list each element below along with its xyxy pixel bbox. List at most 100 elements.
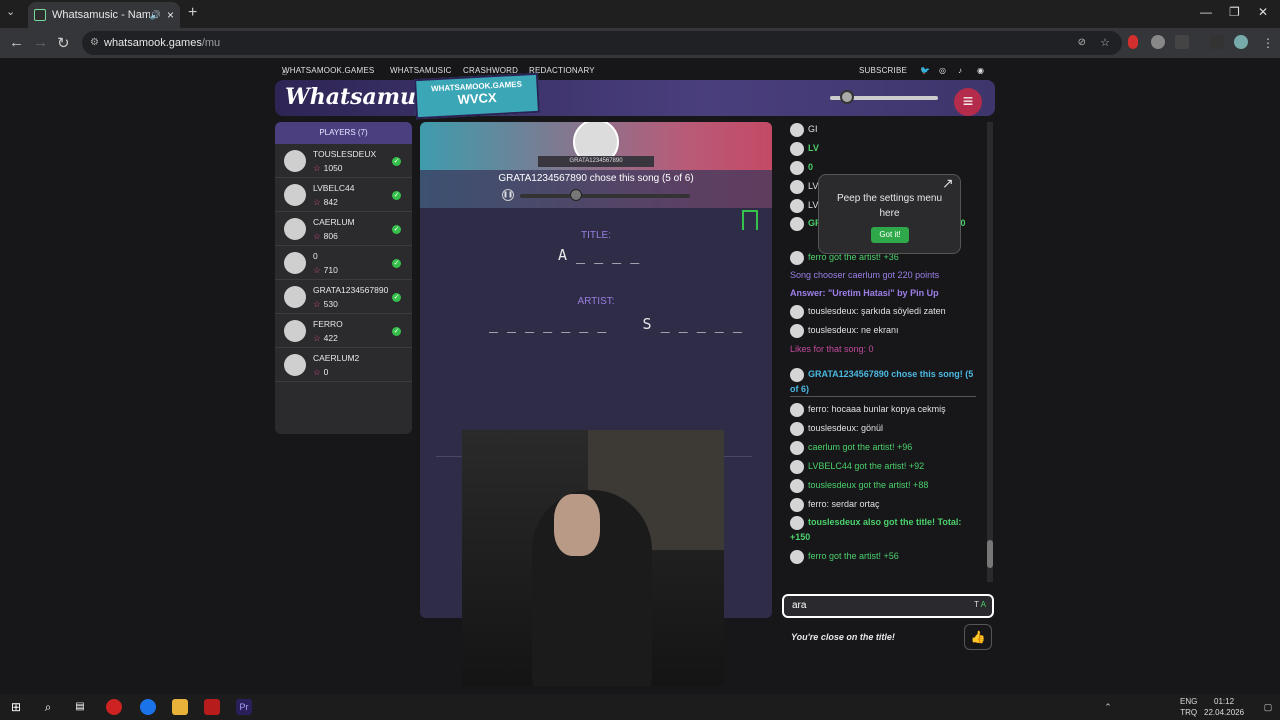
chat-separator: [790, 396, 976, 397]
close-window-icon[interactable]: ✕: [1258, 5, 1268, 19]
clock-date: 22.04.2026: [1204, 708, 1245, 717]
file-explorer-icon[interactable]: [172, 699, 188, 715]
chat-message: LVBELC44 got the artist! +92: [790, 459, 980, 474]
region-code: TRQ: [1180, 708, 1198, 717]
player-row[interactable]: FERRO ☆ 422 ✓: [275, 314, 412, 348]
player-score-line: ☆ 530: [313, 299, 338, 310]
volume-slider[interactable]: [830, 90, 938, 104]
player-row[interactable]: LVBELC44 ☆ 842 ✓: [275, 178, 412, 212]
profile-avatar[interactable]: [1234, 35, 1248, 49]
chat-message: touslesdeux: ne ekranı: [790, 323, 980, 338]
player-score: 842: [323, 197, 338, 207]
artist-label: ARTIST:: [577, 296, 615, 307]
nav-whatsamusic[interactable]: WHATSAMUSIC: [390, 66, 452, 75]
thumbs-up-icon[interactable]: 👍: [964, 624, 992, 650]
language-indicator[interactable]: ENG TRQ: [1180, 696, 1197, 718]
title-hint: A _ _ _ _: [558, 246, 640, 264]
chat-message-text: Likes for that song: 0: [790, 344, 874, 354]
clock[interactable]: 01:12 22.04.2026: [1204, 696, 1244, 718]
url-bar[interactable]: ⚙ whatsamook.games/mu ☆ ⊘: [82, 31, 1122, 55]
room-badge[interactable]: WHATSAMOOK.GAMES WVCX: [414, 72, 540, 120]
audio-icon[interactable]: 🔊: [150, 10, 161, 21]
player-avatar: [284, 320, 306, 342]
notifications-icon[interactable]: ▢: [1260, 699, 1276, 715]
input-tools: T A: [974, 600, 986, 609]
minimize-icon[interactable]: —: [1200, 5, 1212, 19]
browser-menu-icon[interactable]: ⋮: [1262, 36, 1274, 50]
chat-message: ferro got the artist! +56: [790, 549, 980, 564]
extensions-puzzle-icon[interactable]: [1175, 35, 1189, 49]
player-avatar: [284, 286, 306, 308]
app-recorder-icon[interactable]: [204, 699, 220, 715]
check-icon: ✓: [392, 157, 401, 166]
chat-avatar: [790, 440, 804, 455]
star-icon: ☆: [313, 333, 321, 343]
chat-message: 0: [790, 160, 980, 175]
player-score-line: ☆ 1050: [313, 163, 343, 174]
tab-title: Whatsamusic - Name That: [52, 9, 150, 21]
back-icon[interactable]: ←: [9, 34, 24, 51]
extension-red-icon[interactable]: [1128, 35, 1138, 49]
bookmark-star-icon[interactable]: ☆: [1100, 31, 1110, 55]
volume-knob[interactable]: [840, 90, 854, 104]
pause-icon[interactable]: ❚❚: [502, 189, 514, 201]
site-info-icon[interactable]: ⚙: [90, 31, 99, 55]
player-row[interactable]: TOUSLESDEUX ☆ 1050 ✓: [275, 144, 412, 178]
player-row[interactable]: CAERLUM2 ☆ 0: [275, 348, 412, 382]
app-red-icon[interactable]: [106, 699, 122, 715]
task-view-icon[interactable]: ▤: [72, 699, 88, 715]
media-controls-icon[interactable]: [1210, 35, 1224, 49]
got-it-button[interactable]: Got it!: [871, 227, 909, 243]
tiktok-icon[interactable]: ♪: [958, 66, 962, 75]
player-row[interactable]: CAERLUM ☆ 806 ✓: [275, 212, 412, 246]
settings-menu-button[interactable]: ≡: [954, 88, 982, 116]
search-icon[interactable]: ⌕: [40, 699, 56, 715]
nav-redactionary[interactable]: REDACTIONARY: [529, 66, 595, 75]
chat-scrollbar[interactable]: [987, 122, 993, 582]
song-header: GRATA1234567890 GRATA1234567890 chose th…: [420, 122, 772, 208]
text-tool-icon[interactable]: T: [974, 600, 979, 609]
player-row[interactable]: 0 ☆ 710 ✓: [275, 246, 412, 280]
taskbar: ⊞ ⌕ ▤ Pr ⌃ ENG TRQ 01:12 22.04.2026 ▢: [0, 694, 1280, 720]
player-score: 422: [323, 333, 338, 343]
chat-message-text: LV: [808, 181, 819, 191]
reload-icon[interactable]: ↻: [57, 34, 70, 52]
chrome-icon[interactable]: [140, 699, 156, 715]
discord-icon[interactable]: ◉: [977, 66, 984, 75]
chat-avatar: [790, 497, 804, 512]
progress-knob[interactable]: [570, 189, 582, 201]
song-progress-bar[interactable]: [520, 189, 690, 201]
player-row[interactable]: GRATA1234567890 ☆ 530 ✓: [275, 280, 412, 314]
close-tab-icon[interactable]: ×: [167, 8, 174, 22]
forward-icon[interactable]: →: [33, 34, 48, 51]
windows-start-icon[interactable]: ⊞: [8, 699, 24, 715]
star-icon: ☆: [313, 265, 321, 275]
tray-icons[interactable]: ⌃: [1100, 699, 1116, 715]
player-score-line: ☆ 422: [313, 333, 338, 344]
instagram-icon[interactable]: ◎: [939, 66, 946, 75]
bookmark-icon[interactable]: [742, 210, 758, 230]
eye-off-icon[interactable]: ⊘: [1078, 31, 1086, 55]
chat-scroll-thumb[interactable]: [987, 540, 993, 568]
new-tab-icon[interactable]: +: [188, 4, 197, 22]
star-icon: ☆: [313, 197, 321, 207]
chat-message-text: touslesdeux got the artist! +88: [808, 480, 929, 490]
premiere-icon[interactable]: Pr: [236, 699, 252, 715]
player-avatar: [284, 218, 306, 240]
chat-avatar: [790, 402, 804, 417]
extension-circle-icon[interactable]: [1151, 35, 1165, 49]
chat-message-text: touslesdeux: ne ekranı: [808, 325, 899, 335]
home-link[interactable]: ⌂ WHATSAMOOK.GAMES: [282, 66, 374, 77]
chat-input[interactable]: ara T A: [782, 594, 994, 618]
tab-list-icon[interactable]: ⌄: [6, 5, 15, 18]
chooser-tag: GRATA1234567890: [538, 156, 654, 167]
player-score: 806: [323, 231, 338, 241]
twitter-icon[interactable]: 🐦: [920, 66, 930, 75]
chat-message-text: Song chooser caerlum got 220 points: [790, 270, 940, 280]
nav-subscribe[interactable]: SUBSCRIBE: [859, 66, 907, 75]
restore-icon[interactable]: ❐: [1229, 5, 1240, 19]
player-name: CAERLUM: [313, 217, 355, 227]
answer-tool-icon[interactable]: A: [981, 600, 986, 609]
browser-tab[interactable]: Whatsamusic - Name That 🔊 ×: [28, 2, 180, 28]
star-icon: ☆: [313, 231, 321, 241]
